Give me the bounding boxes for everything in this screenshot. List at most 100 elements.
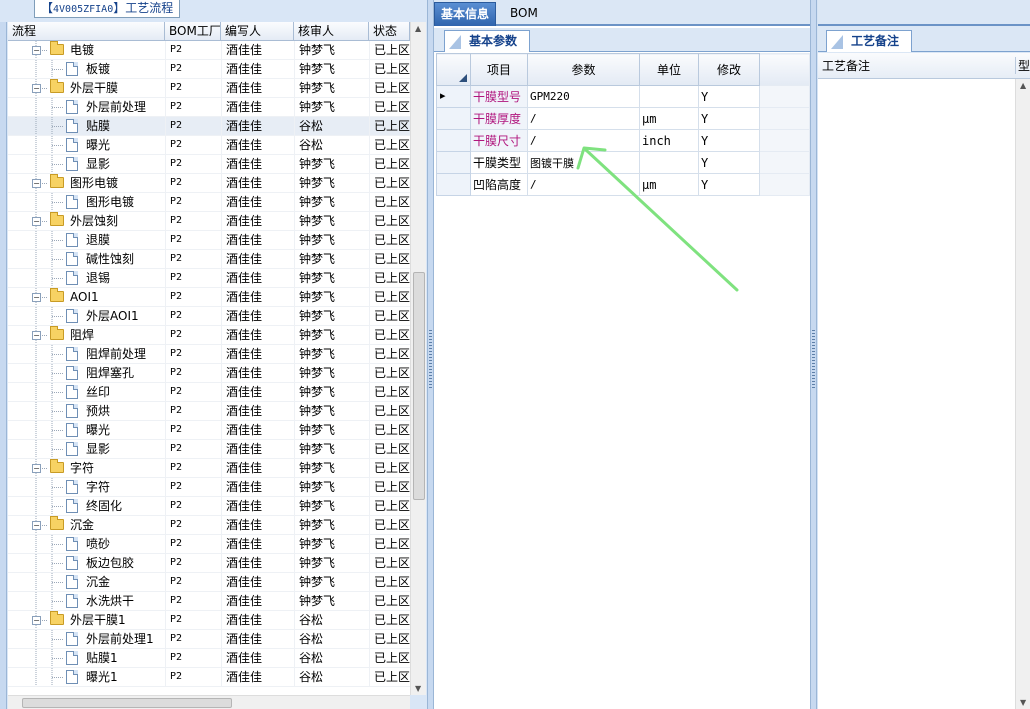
tree-node[interactable]: 阻焊前处理 [8,345,165,363]
tree-node[interactable]: − 沉金 [8,516,165,534]
collapse-toggle-icon[interactable]: − [32,464,41,473]
tree-node[interactable]: 贴膜1 [8,649,165,667]
tree-node[interactable]: − 电镀 [8,41,165,59]
splitter-right[interactable] [810,0,817,709]
tree-row[interactable]: 板镀 P2 酒佳佳 钟梦飞 已上区 [8,60,410,79]
tree-node[interactable]: − 字符 [8,459,165,477]
collapse-toggle-icon[interactable]: − [32,46,41,55]
tree-node[interactable]: 板镀 [8,60,165,78]
tree-node[interactable]: 碱性蚀刻 [8,250,165,268]
row-selector[interactable] [436,173,471,196]
tree-row[interactable]: 退膜 P2 酒佳佳 钟梦飞 已上区 [8,231,410,250]
tree-row[interactable]: − 外层蚀刻 P2 酒佳佳 钟梦飞 已上区 [8,212,410,231]
left-collapse-bar[interactable] [0,22,7,709]
tree-node[interactable]: 沉金 [8,573,165,591]
tree-node[interactable]: − 阻焊 [8,326,165,344]
tree-row[interactable]: 阻焊前处理 P2 酒佳佳 钟梦飞 已上区 [8,345,410,364]
remarks-body[interactable] [818,79,1015,709]
tree-row[interactable]: 贴膜 P2 酒佳佳 谷松 已上区 [8,117,410,136]
tree-row[interactable]: 曝光 P2 酒佳佳 钟梦飞 已上区 [8,421,410,440]
column-header-process[interactable]: 流程 [8,22,165,40]
hscroll-thumb[interactable] [22,698,232,708]
tab-process-remarks[interactable]: 工艺备注 [826,30,913,52]
splitter-left[interactable] [427,0,434,709]
scroll-down-icon[interactable] [1016,695,1030,709]
tree-node[interactable]: 显影 [8,440,165,458]
param-row[interactable]: 干膜型号GPM220 Y [436,85,810,108]
row-selector[interactable] [436,85,471,108]
param-row[interactable]: 干膜厚度 / μm Y [436,107,810,130]
row-selector[interactable] [436,107,471,130]
tab-bom[interactable]: BOM [504,2,544,26]
tree-row[interactable]: 板边包胶 P2 酒佳佳 钟梦飞 已上区 [8,554,410,573]
column-header-unit[interactable]: 单位 [639,53,699,86]
tree-node[interactable]: 曝光 [8,421,165,439]
tree-node[interactable]: 曝光1 [8,668,165,686]
collapse-toggle-icon[interactable]: − [32,521,41,530]
param-modify-cell[interactable]: Y [698,85,760,108]
tree-row[interactable]: 水洗烘干 P2 酒佳佳 钟梦飞 已上区 [8,592,410,611]
collapse-toggle-icon[interactable]: − [32,179,41,188]
row-selector[interactable] [436,129,471,152]
tree-node[interactable]: 图形电镀 [8,193,165,211]
tree-row[interactable]: 丝印 P2 酒佳佳 钟梦飞 已上区 [8,383,410,402]
param-value-cell[interactable]: / [527,107,640,130]
tree-node[interactable]: − 外层干膜 [8,79,165,97]
tree-node[interactable]: 板边包胶 [8,554,165,572]
tree-row[interactable]: 曝光1 P2 酒佳佳 谷松 已上区 [8,668,410,687]
tree-node[interactable]: 预烘 [8,402,165,420]
tree-node[interactable]: 丝印 [8,383,165,401]
column-header-writer[interactable]: 编写人 [221,22,294,40]
row-selector[interactable] [436,151,471,174]
tab-basic-info[interactable]: 基本信息 [434,2,497,26]
column-header-type[interactable]: 型 [1015,57,1030,74]
tree-row[interactable]: 预烘 P2 酒佳佳 钟梦飞 已上区 [8,402,410,421]
tree-node[interactable]: 曝光 [8,136,165,154]
remarks-vertical-scrollbar[interactable] [1015,79,1030,709]
column-header-param[interactable]: 参数 [527,53,640,86]
tree-row[interactable]: 外层AOI1 P2 酒佳佳 钟梦飞 已上区 [8,307,410,326]
tree-row[interactable]: 阻焊塞孔 P2 酒佳佳 钟梦飞 已上区 [8,364,410,383]
tree-row[interactable]: 碱性蚀刻 P2 酒佳佳 钟梦飞 已上区 [8,250,410,269]
column-header-status[interactable]: 状态 [369,22,410,40]
param-modify-cell[interactable]: Y [698,107,760,130]
tree-row[interactable]: 图形电镀 P2 酒佳佳 钟梦飞 已上区 [8,193,410,212]
tab-basic-params[interactable]: 基本参数 [444,30,531,52]
tree-node[interactable]: 贴膜 [8,117,165,135]
column-header-remarks[interactable]: 工艺备注 [822,57,870,74]
tree-node[interactable]: 外层前处理1 [8,630,165,648]
tree-horizontal-scrollbar[interactable] [8,695,410,709]
tree-node[interactable]: 喷砂 [8,535,165,553]
collapse-toggle-icon[interactable]: − [32,217,41,226]
param-unit-cell[interactable]: μm [639,107,699,130]
tree-node[interactable]: 显影 [8,155,165,173]
collapse-toggle-icon[interactable]: − [32,293,41,302]
tree-row[interactable]: − 沉金 P2 酒佳佳 钟梦飞 已上区 [8,516,410,535]
column-header-modify[interactable]: 修改 [698,53,760,86]
scroll-thumb[interactable] [413,272,425,500]
tree-row[interactable]: − 外层干膜1 P2 酒佳佳 谷松 已上区 [8,611,410,630]
tree-node[interactable]: 终固化 [8,497,165,515]
column-header-item[interactable]: 项目 [470,53,528,86]
tree-node[interactable]: − 外层干膜1 [8,611,165,629]
tree-row[interactable]: 显影 P2 酒佳佳 钟梦飞 已上区 [8,155,410,174]
tree-row[interactable]: 外层前处理 P2 酒佳佳 钟梦飞 已上区 [8,98,410,117]
collapse-toggle-icon[interactable]: − [32,616,41,625]
tree-row[interactable]: 终固化 P2 酒佳佳 钟梦飞 已上区 [8,497,410,516]
tree-row[interactable]: − 图形电镀 P2 酒佳佳 钟梦飞 已上区 [8,174,410,193]
tree-node[interactable]: − AOI1 [8,288,165,306]
tree-row[interactable]: 字符 P2 酒佳佳 钟梦飞 已上区 [8,478,410,497]
tree-node[interactable]: 字符 [8,478,165,496]
param-value-cell[interactable]: GPM220 [527,85,640,108]
scroll-up-icon[interactable] [1016,79,1030,93]
tree-row[interactable]: 喷砂 P2 酒佳佳 钟梦飞 已上区 [8,535,410,554]
tree-node[interactable]: 阻焊塞孔 [8,364,165,382]
tree-node[interactable]: 退锡 [8,269,165,287]
column-header-bom-factory[interactable]: BOM工厂 [165,22,221,40]
tree-vertical-scrollbar[interactable] [410,22,426,695]
tree-row[interactable]: 贴膜1 P2 酒佳佳 谷松 已上区 [8,649,410,668]
row-selector-header-icon[interactable] [436,53,471,86]
tree-row[interactable]: − AOI1 P2 酒佳佳 钟梦飞 已上区 [8,288,410,307]
tree-row[interactable]: 沉金 P2 酒佳佳 钟梦飞 已上区 [8,573,410,592]
tree-node[interactable]: 外层AOI1 [8,307,165,325]
